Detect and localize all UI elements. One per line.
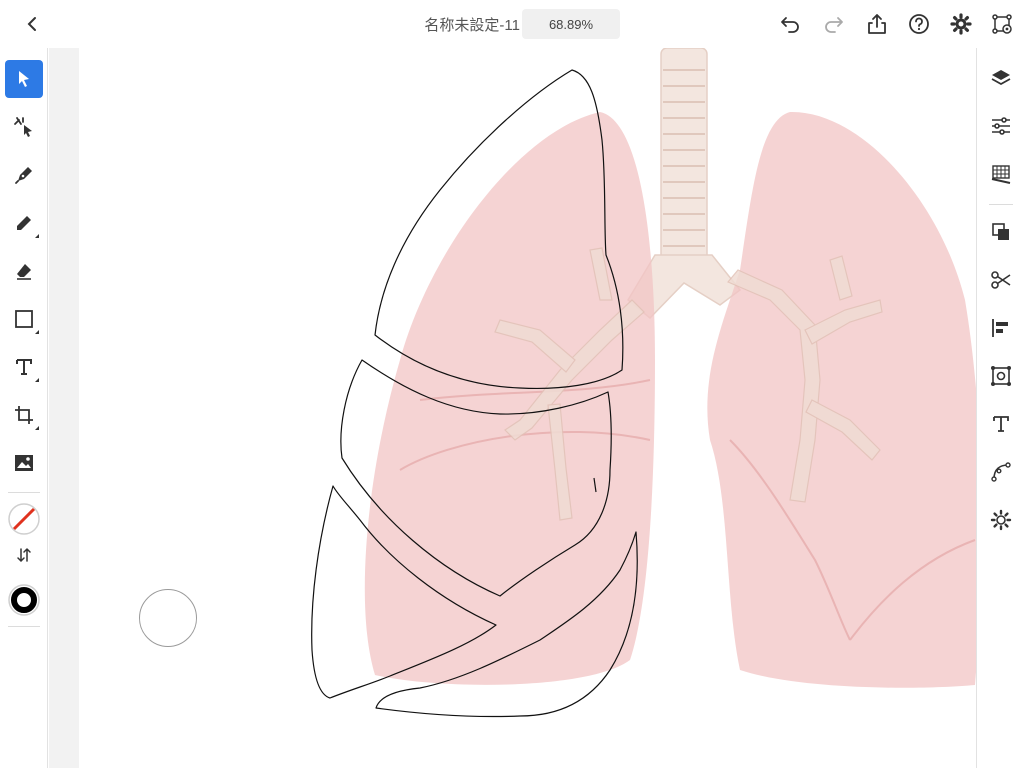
pen-nib-icon [15, 167, 32, 184]
right-lung-illustration [707, 111, 976, 688]
arrange-icon [992, 223, 1009, 240]
panel-separator [989, 204, 1013, 205]
stroke-swatch-icon [8, 584, 40, 616]
swap-colors-button[interactable] [5, 542, 43, 568]
swap-arrows-icon [17, 547, 31, 563]
text-type-icon [993, 416, 1009, 432]
chevron-left-icon [27, 17, 36, 31]
image-tool[interactable] [5, 444, 43, 482]
cog-outline-icon [990, 509, 1012, 531]
submenu-indicator [35, 426, 39, 430]
submenu-indicator [35, 330, 39, 334]
cloud-sync-icon [992, 14, 1012, 34]
properties-button[interactable] [989, 114, 1013, 138]
pencil-icon [17, 216, 31, 230]
bezier-path-icon [991, 462, 1011, 482]
direct-select-icon [14, 117, 32, 137]
image-icon [15, 455, 33, 471]
type-t-icon [16, 359, 32, 375]
direct-select-tool[interactable] [5, 108, 43, 146]
left-toolbar [0, 48, 48, 768]
scissors-button[interactable] [989, 268, 1013, 292]
scissors-icon [991, 271, 1011, 289]
stroke-color-swatch[interactable] [5, 581, 43, 619]
redo-button[interactable] [822, 12, 846, 36]
redo-icon [825, 17, 843, 33]
arrow-cursor-icon [19, 71, 29, 87]
repeat-grid-icon [991, 366, 1011, 386]
undo-icon [781, 17, 799, 33]
settings-button[interactable] [949, 12, 973, 36]
share-icon [868, 14, 886, 34]
repeat-grid-button[interactable] [989, 364, 1013, 388]
pasteboard [49, 48, 79, 768]
crop-tool[interactable] [5, 396, 43, 434]
toolbar-separator [8, 492, 40, 493]
share-button[interactable] [865, 12, 889, 36]
crop-icon [15, 406, 33, 424]
cloud-sync-button[interactable] [990, 12, 1014, 36]
pen-tool[interactable] [5, 156, 43, 194]
zoom-level[interactable]: 68.89% [522, 9, 620, 39]
arrange-button[interactable] [989, 220, 1013, 244]
back-button[interactable] [20, 12, 44, 36]
align-left-icon [992, 319, 1008, 337]
text-properties-button[interactable] [989, 412, 1013, 436]
shape-tool[interactable] [5, 300, 43, 338]
submenu-indicator [35, 234, 39, 238]
align-button[interactable] [989, 316, 1013, 340]
help-button[interactable] [907, 12, 931, 36]
pencil-tool[interactable] [5, 204, 43, 242]
no-fill-swatch-icon [8, 503, 40, 535]
artboard[interactable] [79, 48, 976, 768]
submenu-indicator [35, 378, 39, 382]
sliders-icon [992, 117, 1010, 135]
undo-button[interactable] [778, 12, 802, 36]
gear-icon [950, 13, 972, 35]
help-icon [909, 14, 929, 34]
fill-color-swatch[interactable] [5, 500, 43, 538]
grids-button[interactable] [989, 162, 1013, 186]
eraser-tool[interactable] [5, 252, 43, 290]
rectangle-icon [15, 310, 33, 328]
eraser-icon [17, 264, 31, 280]
toolbar-separator [8, 626, 40, 627]
grid-ruler-icon [991, 165, 1011, 184]
type-tool[interactable] [5, 348, 43, 386]
path-button[interactable] [989, 460, 1013, 484]
left-lung-illustration [364, 112, 655, 685]
right-panel [976, 48, 1024, 768]
top-bar: 名称未設定-11 68.89% [0, 0, 1024, 48]
artwork[interactable] [79, 48, 976, 768]
document-title[interactable]: 名称未設定-11 [360, 14, 520, 35]
select-tool[interactable] [5, 60, 43, 98]
touch-cursor-circle [139, 589, 197, 647]
layers-icon [991, 70, 1011, 86]
effects-button[interactable] [989, 508, 1013, 532]
layers-button[interactable] [989, 66, 1013, 90]
